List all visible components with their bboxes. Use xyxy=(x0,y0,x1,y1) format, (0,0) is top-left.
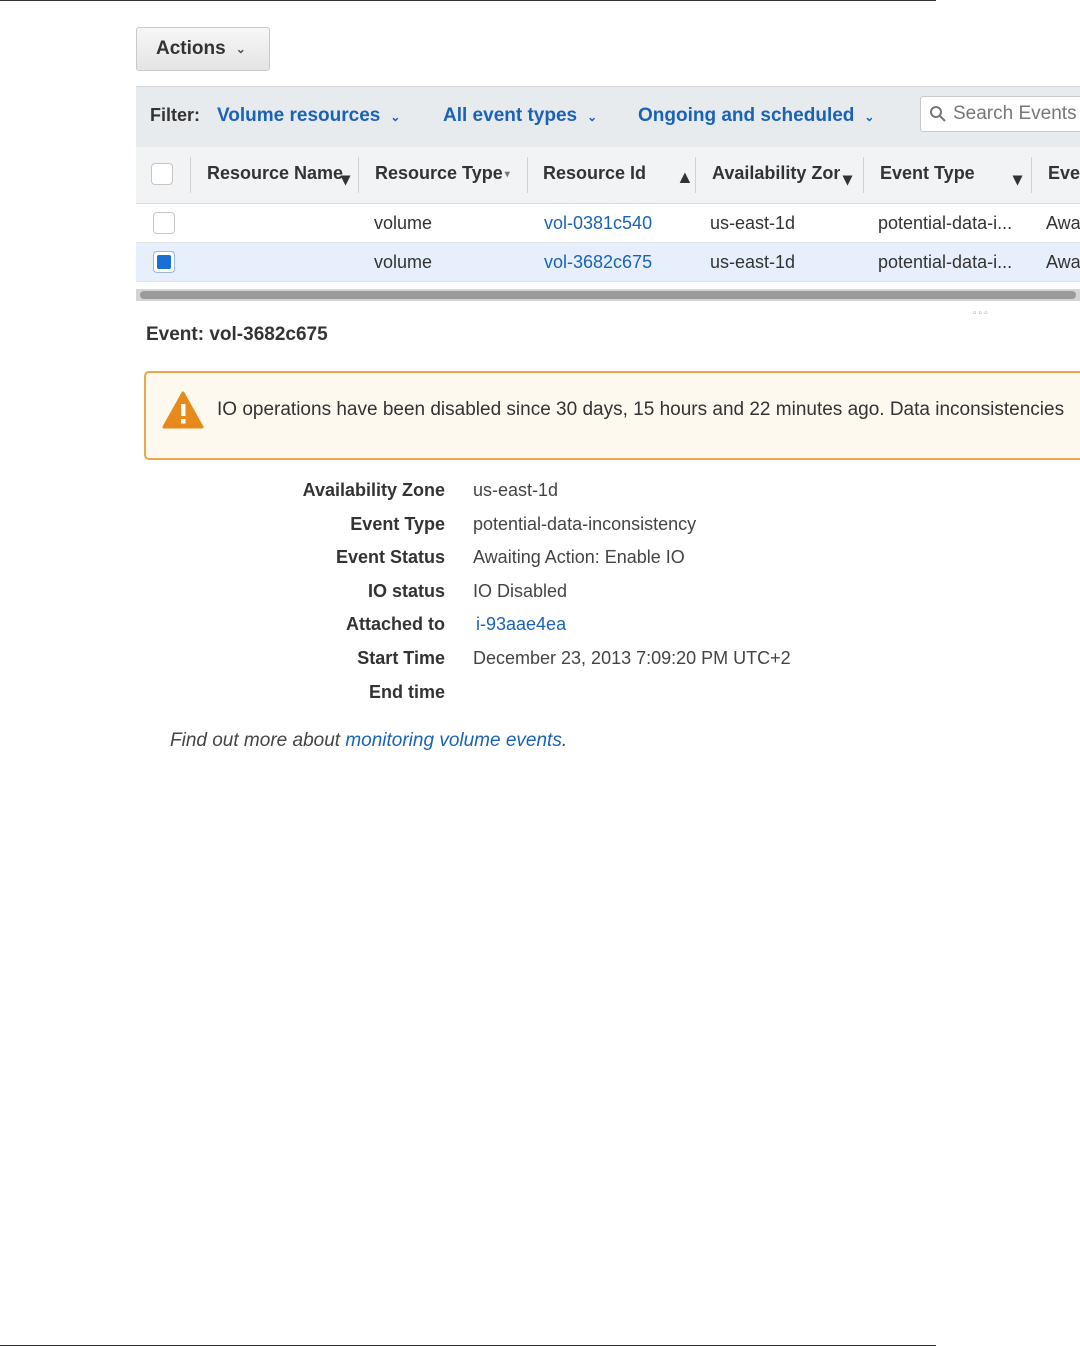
column-divider xyxy=(695,157,696,193)
resize-handle-icon[interactable]: ▫▫▫ xyxy=(973,308,990,319)
sort-icon: ▾ xyxy=(341,169,351,189)
alert-message: IO operations have been disabled since 3… xyxy=(217,399,1065,420)
availability-zone-cell: us-east-1d xyxy=(710,252,796,272)
detail-label: Start Time xyxy=(357,648,445,668)
resource-filter-dropdown[interactable]: Volume resources ⌄ xyxy=(217,105,400,127)
detail-label: Event Type xyxy=(350,514,445,534)
column-divider xyxy=(358,157,359,193)
help-note: Find out more about monitoring volume ev… xyxy=(170,730,567,752)
warning-alert: IO operations have been disabled since 3… xyxy=(144,371,1080,460)
event-status-cell: Awaiting Action: Enable IO xyxy=(1046,213,1080,233)
top-divider xyxy=(0,0,936,1)
sort-icon: ▾ xyxy=(1013,169,1023,189)
timing-filter-dropdown[interactable]: Ongoing and scheduled ⌄ xyxy=(638,105,874,127)
select-all-checkbox[interactable] xyxy=(151,163,173,185)
search-icon xyxy=(930,106,946,122)
column-header-resource-name[interactable]: Resource Name xyxy=(207,163,347,184)
column-header-availability-zone[interactable]: Availability Zone xyxy=(712,163,840,184)
table-row[interactable]: volume vol-0381c540 us-east-1d potential… xyxy=(136,204,1080,243)
column-header-resource-id[interactable]: Resource Id xyxy=(543,163,646,184)
help-note-suffix: . xyxy=(561,730,568,751)
table-header: Resource Name ▾ Resource Type ▾ Resource … xyxy=(136,147,1080,204)
detail-value: December 23, 2013 7:09:20 PM UTC+2 xyxy=(473,648,791,668)
table-row-selected[interactable]: volume vol-3682c675 us-east-1d potential… xyxy=(136,243,1080,282)
row-checkbox[interactable] xyxy=(153,212,175,234)
chevron-down-icon: ⌄ xyxy=(864,110,875,124)
attached-instance-link[interactable]: i-93aae4ea xyxy=(476,614,566,635)
event-detail-title: Event: vol-3682c675 xyxy=(146,324,328,345)
detail-label: Event Status xyxy=(335,547,445,567)
column-header-resource-type[interactable]: Resource Type ▾ xyxy=(375,163,510,184)
chevron-down-icon: ⌄ xyxy=(235,42,246,56)
detail-label: Availability Zone xyxy=(302,480,445,500)
actions-label: Actions xyxy=(156,38,226,59)
search-input[interactable]: Search Events xyxy=(920,96,1080,132)
resource-type-cell: volume xyxy=(374,213,433,233)
column-divider xyxy=(527,157,528,193)
resource-id-link[interactable]: vol-3682c675 xyxy=(544,252,652,273)
warning-icon xyxy=(162,391,204,429)
sort-icon: ▾ xyxy=(843,169,853,189)
bottom-divider xyxy=(0,1345,936,1346)
horizontal-scrollbar[interactable] xyxy=(136,289,1080,301)
event-type-filter-dropdown[interactable]: All event types ⌄ xyxy=(443,105,597,127)
availability-zone-cell: us-east-1d xyxy=(710,213,796,233)
column-header-event-status[interactable]: Event Status xyxy=(1048,163,1080,184)
event-type-cell: potential-data-i... xyxy=(878,213,1013,233)
filter-label: Filter: xyxy=(150,105,201,125)
chevron-down-icon: ⌄ xyxy=(390,110,401,124)
resource-id-link[interactable]: vol-0381c540 xyxy=(544,213,652,234)
filter-bar: Filter: Volume resources ⌄ All event type… xyxy=(136,86,1080,148)
column-divider xyxy=(863,157,864,193)
actions-button[interactable]: Actions ⌄ xyxy=(136,27,270,71)
event-type-cell: potential-data-i... xyxy=(878,252,1013,272)
sort-icon: ▾ xyxy=(504,168,510,180)
column-header-event-type[interactable]: Event Type xyxy=(880,163,975,184)
resource-type-cell: volume xyxy=(374,252,433,272)
search-placeholder: Search Events xyxy=(953,103,1077,124)
row-checkbox[interactable] xyxy=(153,251,175,273)
detail-label: IO status xyxy=(367,581,445,601)
chevron-down-icon: ⌄ xyxy=(587,110,598,124)
help-note-prefix: Find out more about xyxy=(170,730,341,751)
detail-value: IO Disabled xyxy=(473,581,568,601)
sort-ascending-icon: ▲ xyxy=(676,167,694,187)
scrollbar-thumb[interactable] xyxy=(140,291,1076,299)
event-status-cell: Awaiting Action: Enable IO xyxy=(1046,252,1080,272)
column-divider xyxy=(190,157,191,193)
column-divider xyxy=(1031,157,1032,193)
detail-value: Awaiting Action: Enable IO xyxy=(473,547,685,567)
detail-label: End time xyxy=(368,682,445,702)
detail-label: Attached to xyxy=(346,614,445,634)
detail-value: us-east-1d xyxy=(473,480,559,500)
monitoring-volume-events-link[interactable]: monitoring volume events xyxy=(345,730,562,751)
detail-value: potential-data-inconsistency xyxy=(473,514,697,534)
